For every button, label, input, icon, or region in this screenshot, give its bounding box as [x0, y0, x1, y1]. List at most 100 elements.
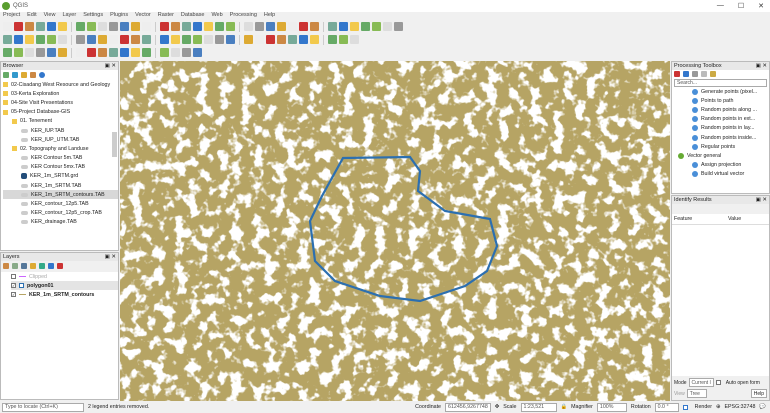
lock-icon[interactable]: 🔒: [561, 404, 568, 410]
info-icon[interactable]: [39, 72, 45, 78]
maximize-button[interactable]: ☐: [738, 2, 744, 10]
layer-visibility-checkbox[interactable]: ✓: [11, 283, 16, 289]
toolbar-tool-icon[interactable]: [350, 22, 359, 31]
toolbar-tool-icon[interactable]: [266, 35, 275, 44]
map-svg[interactable]: [120, 61, 670, 401]
toolbar-tool-icon[interactable]: [182, 35, 191, 44]
toolbar-tool-icon[interactable]: [25, 48, 34, 57]
toolbar-tool-icon[interactable]: [226, 35, 235, 44]
python-icon[interactable]: [683, 71, 689, 77]
toolbar-tool-icon[interactable]: [47, 48, 56, 57]
minimize-button[interactable]: —: [717, 2, 724, 10]
menu-layer[interactable]: Layer: [62, 12, 76, 20]
browser-item[interactable]: KER Contour 5m.TAB: [3, 154, 118, 163]
layer-item[interactable]: ✓ polygon01: [11, 281, 118, 291]
locate-input[interactable]: Type to locate (Ctrl+K): [2, 402, 84, 412]
toolbar-tool-icon[interactable]: [98, 48, 107, 57]
toolbar-tool-icon[interactable]: [76, 48, 85, 57]
toolbar-tool-icon[interactable]: [87, 35, 96, 44]
toolbar-tool-icon[interactable]: [76, 22, 85, 31]
browser-item[interactable]: 01. Tenement: [3, 117, 118, 126]
processing-algorithm[interactable]: Random points inside...: [672, 133, 769, 142]
filter-icon[interactable]: [30, 263, 36, 269]
toolbar-tool-icon[interactable]: [171, 22, 180, 31]
browser-item[interactable]: 04-Site Visit Presentations: [3, 98, 118, 107]
layer-visibility-checkbox[interactable]: [11, 274, 16, 280]
add-icon[interactable]: [3, 72, 9, 78]
refresh-icon[interactable]: [12, 72, 18, 78]
browser-item[interactable]: 03-Kerta Exploration: [3, 89, 118, 98]
toolbar-tool-icon[interactable]: [226, 22, 235, 31]
toolbar-tool-icon[interactable]: [36, 35, 45, 44]
toolbar-tool-icon[interactable]: [299, 22, 308, 31]
toolbar-tool-icon[interactable]: [109, 48, 118, 57]
toolbar-tool-icon[interactable]: [339, 35, 348, 44]
toolbar-tool-icon[interactable]: [255, 22, 264, 31]
browser-item[interactable]: KER_contour_12p5.TAB: [3, 199, 118, 208]
toolbar-tool-icon[interactable]: [14, 35, 23, 44]
add-group-icon[interactable]: [12, 263, 18, 269]
layer-visibility-checkbox[interactable]: ✓: [11, 292, 16, 298]
toolbar-tool-icon[interactable]: [142, 35, 151, 44]
toolbar-tool-icon[interactable]: [131, 35, 140, 44]
menu-plugins[interactable]: Plugins: [110, 12, 128, 20]
browser-item[interactable]: 02. Topography and Landuse: [3, 144, 118, 153]
toolbar-tool-icon[interactable]: [58, 22, 67, 31]
processing-algorithm[interactable]: Random points along ...: [672, 105, 769, 114]
processing-algorithm[interactable]: Random points in ext...: [672, 115, 769, 124]
options-icon[interactable]: [710, 71, 716, 77]
menu-edit[interactable]: Edit: [27, 12, 36, 20]
toolbar-tool-icon[interactable]: [142, 48, 151, 57]
browser-scrollbar[interactable]: [112, 132, 117, 157]
toolbar-tool-icon[interactable]: [215, 22, 224, 31]
toolbar-tool-icon[interactable]: [109, 35, 118, 44]
coordinate-field[interactable]: 612456,9267748: [445, 402, 491, 412]
layer-item[interactable]: ✓ KER_1m_SRTM_contours: [11, 290, 118, 299]
collapse-icon[interactable]: [48, 263, 54, 269]
processing-algorithm[interactable]: Assign projection: [672, 161, 769, 170]
toolbar-tool-icon[interactable]: [288, 22, 297, 31]
magnifier-spinbox[interactable]: 100%: [596, 402, 627, 412]
toolbar-tool-icon[interactable]: [244, 35, 253, 44]
browser-item[interactable]: KER_contour_12p5_crop.TAB: [3, 209, 118, 218]
toolbar-tool-icon[interactable]: [142, 22, 151, 31]
menu-settings[interactable]: Settings: [83, 12, 103, 20]
toolbar-tool-icon[interactable]: [25, 35, 34, 44]
models-icon[interactable]: [674, 71, 680, 77]
toolbar-tool-icon[interactable]: [204, 22, 213, 31]
browser-item[interactable]: KER_drainage.TAB: [3, 218, 118, 227]
toolbar-tool-icon[interactable]: [36, 22, 45, 31]
browser-item[interactable]: 05-Project Database-GIS: [3, 108, 118, 117]
toolbar-tool-icon[interactable]: [204, 35, 213, 44]
toolbar-tool-icon[interactable]: [76, 35, 85, 44]
processing-algorithm[interactable]: Vector general: [672, 151, 769, 160]
menu-processing[interactable]: Processing: [230, 12, 257, 20]
toolbar-tool-icon[interactable]: [266, 22, 275, 31]
toolbar-tool-icon[interactable]: [87, 22, 96, 31]
toolbar-tool-icon[interactable]: [310, 22, 319, 31]
toolbar-tool-icon[interactable]: [193, 22, 202, 31]
toolbar-tool-icon[interactable]: [244, 22, 253, 31]
auto-open-checkbox[interactable]: [715, 380, 721, 385]
processing-algorithm[interactable]: Generate points (pixel...: [672, 87, 769, 96]
menu-view[interactable]: View: [44, 12, 56, 20]
visibility-icon[interactable]: [21, 263, 27, 269]
toolbar-tool-icon[interactable]: [14, 22, 23, 31]
toolbar-tool-icon[interactable]: [98, 35, 107, 44]
toolbar-tool-icon[interactable]: [160, 48, 169, 57]
close-button[interactable]: ✕: [758, 2, 764, 10]
toolbar-tool-icon[interactable]: [87, 48, 96, 57]
history-icon[interactable]: [692, 71, 698, 77]
toolbar-tool-icon[interactable]: [171, 48, 180, 57]
close-icon[interactable]: ▣ ✕: [756, 63, 769, 69]
toolbar-tool-icon[interactable]: [277, 22, 286, 31]
toolbar-tool-icon[interactable]: [193, 48, 202, 57]
menu-vector[interactable]: Vector: [135, 12, 151, 20]
toolbar-tool-icon[interactable]: [288, 35, 297, 44]
crs-icon[interactable]: ⊕: [716, 404, 720, 410]
toolbar-tool-icon[interactable]: [120, 22, 129, 31]
layer-item[interactable]: Clipped: [11, 272, 118, 281]
menu-web[interactable]: Web: [211, 12, 222, 20]
help-button[interactable]: Help: [750, 389, 767, 398]
rotation-spinbox[interactable]: 0.0 °: [654, 402, 679, 412]
